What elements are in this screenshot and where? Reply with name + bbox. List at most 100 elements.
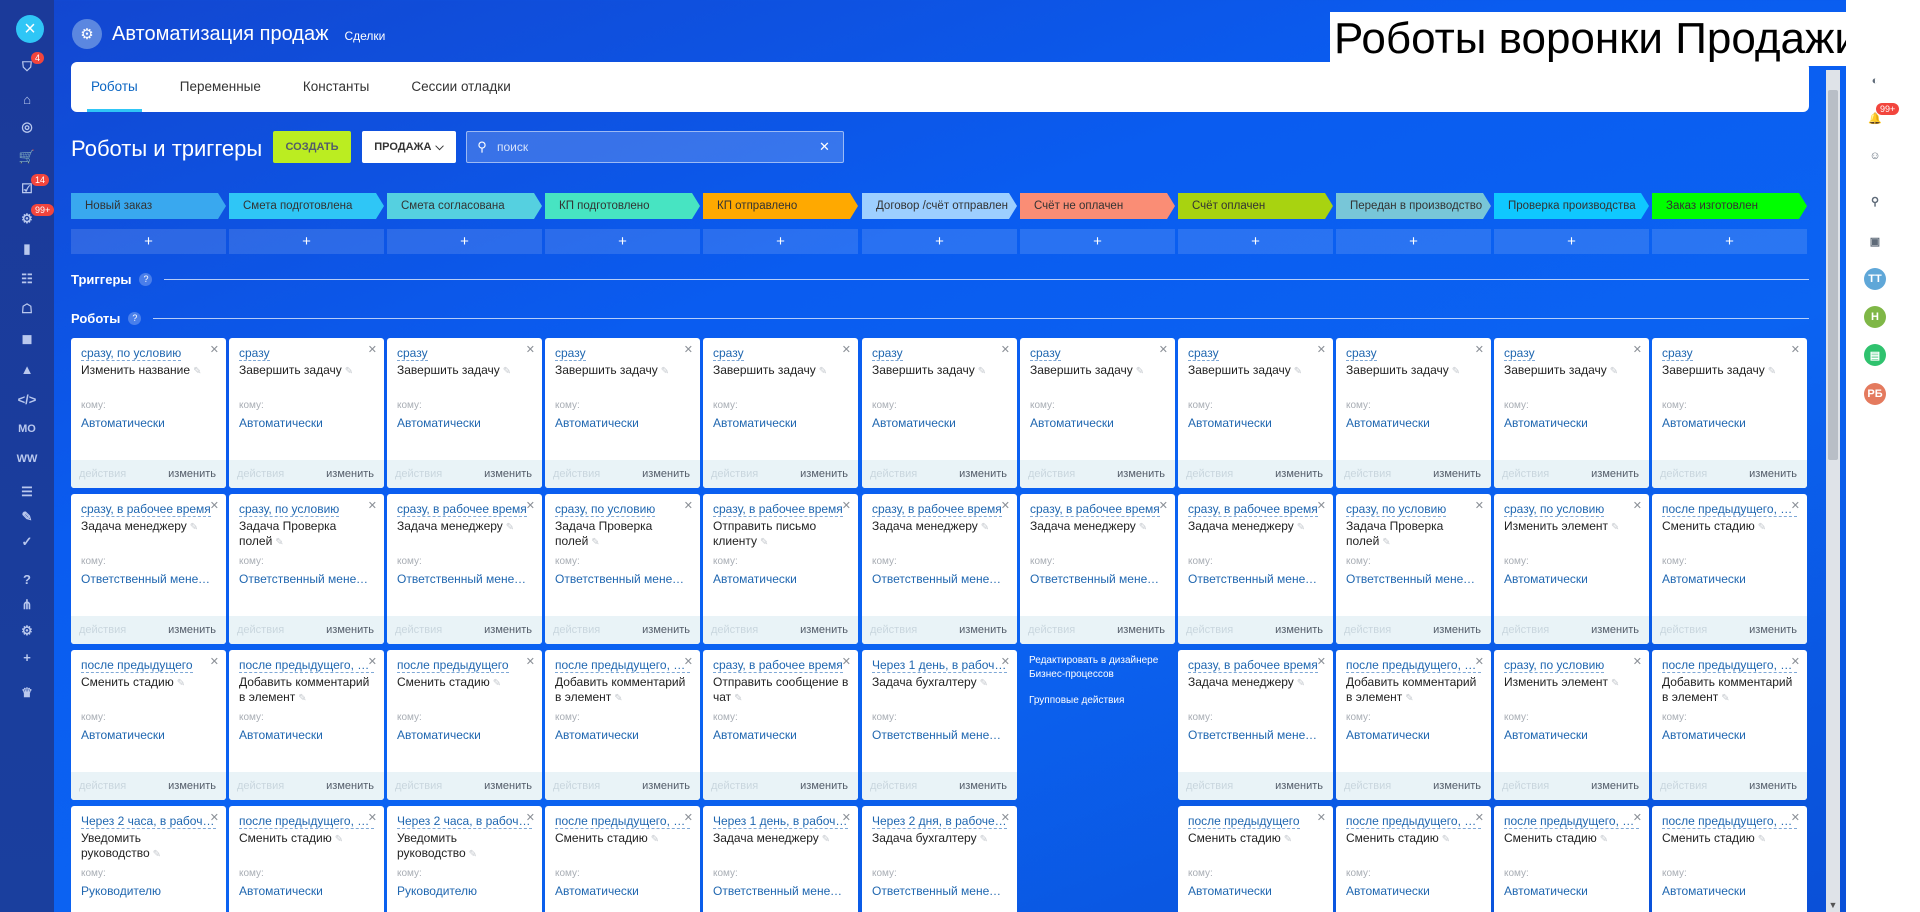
robot-condition-link[interactable]: сразу <box>1346 346 1377 361</box>
edit-link[interactable]: изменить <box>326 468 374 480</box>
edit-pencil-icon[interactable]: ✎ <box>978 366 986 377</box>
cart-icon[interactable]: 🛒 <box>14 148 40 166</box>
delete-robot-icon[interactable]: ✕ <box>1791 811 1800 824</box>
delete-robot-icon[interactable]: ✕ <box>1317 655 1326 668</box>
avatar-rb[interactable]: РБ <box>1864 383 1886 405</box>
stage-2[interactable]: Смета подготовлена <box>229 193 384 219</box>
delete-robot-icon[interactable]: ✕ <box>684 343 693 356</box>
edit-link[interactable]: изменить <box>642 780 690 792</box>
delete-robot-icon[interactable]: ✕ <box>1633 655 1642 668</box>
edit-link[interactable]: изменить <box>1117 468 1165 480</box>
robot-card[interactable]: после предыдущего, по условию✕ Сменить ст… <box>1652 806 1807 912</box>
robot-condition-link[interactable]: Через 2 дня, в рабочее время <box>872 814 1007 829</box>
responsible-value[interactable]: Ответственный менеджер <box>1030 572 1165 586</box>
delete-robot-icon[interactable]: ✕ <box>1317 811 1326 824</box>
crown-icon[interactable]: ♛ <box>14 684 40 702</box>
delete-robot-icon[interactable]: ✕ <box>684 811 693 824</box>
clear-search-icon[interactable]: ✕ <box>819 139 830 155</box>
edit-link[interactable]: изменить <box>1275 780 1323 792</box>
robot-condition-link[interactable]: после предыдущего, по условию <box>1346 658 1481 673</box>
sign-icon[interactable]: ✎ <box>14 508 40 526</box>
robot-card[interactable]: сразу, по условию ✕ Задача Проверка полей ✎… <box>1336 494 1491 644</box>
responsible-value[interactable]: Автоматически <box>397 728 481 742</box>
delete-robot-icon[interactable]: ✕ <box>368 499 377 512</box>
delete-robot-icon[interactable]: ✕ <box>1475 343 1484 356</box>
edit-link[interactable]: изменить <box>1275 624 1323 636</box>
delete-robot-icon[interactable]: ✕ <box>684 655 693 668</box>
stage-8[interactable]: Счёт оплачен <box>1178 193 1333 219</box>
robot-card[interactable]: после предыдущего ✕ Сменить стадию ✎ кому: Ав… <box>387 650 542 800</box>
delete-robot-icon[interactable]: ✕ <box>1159 499 1168 512</box>
responsible-value[interactable]: Автоматически <box>555 416 639 430</box>
robot-card[interactable]: после предыдущего ✕ Сменить стадию ✎ кому: Ав… <box>71 650 226 800</box>
robot-condition-link[interactable]: после предыдущего, по условию <box>239 658 374 673</box>
robot-condition-link[interactable]: сразу, в рабочее время <box>397 502 527 517</box>
stage-4[interactable]: КП подготовлено <box>545 193 700 219</box>
edit-link[interactable]: изменить <box>326 780 374 792</box>
robot-card[interactable]: сразу, по условию ✕ Изменить название ✎ кому… <box>71 338 226 488</box>
robot-card[interactable]: после предыдущего, по условию✕ Добавить к… <box>545 650 700 800</box>
edit-pencil-icon[interactable]: ✎ <box>1610 366 1618 377</box>
bp-designer-link[interactable]: Редактировать в дизайнере Бизнес-процесс… <box>1029 654 1179 682</box>
robot-condition-link[interactable]: Через 1 день, в рабочее время <box>872 658 1007 673</box>
edit-pencil-icon[interactable]: ✎ <box>177 678 185 689</box>
edit-pencil-icon[interactable]: ✎ <box>614 693 622 704</box>
add-robot-button[interactable]: + <box>1652 229 1807 254</box>
robot-condition-link[interactable]: сразу, по условию <box>1504 658 1605 673</box>
responsible-value[interactable]: Ответственный менеджер <box>555 572 690 586</box>
edit-pencil-icon[interactable]: ✎ <box>1297 678 1305 689</box>
robot-condition-link[interactable]: сразу <box>397 346 428 361</box>
robot-card[interactable]: после предыдущего, по условию✕ Сменить ст… <box>1494 806 1649 912</box>
avatar-n[interactable]: Н <box>1864 306 1886 328</box>
robot-card[interactable]: после предыдущего ✕ Сменить стадию ✎ кому: Ав… <box>1178 806 1333 912</box>
delete-robot-icon[interactable]: ✕ <box>1159 343 1168 356</box>
edit-pencil-icon[interactable]: ✎ <box>980 834 988 845</box>
edit-link[interactable]: изменить <box>959 624 1007 636</box>
robot-condition-link[interactable]: сразу <box>713 346 744 361</box>
delete-robot-icon[interactable]: ✕ <box>1001 655 1010 668</box>
delete-robot-icon[interactable]: ✕ <box>1475 811 1484 824</box>
open-lines-icon[interactable]: ▣ <box>1864 230 1886 252</box>
delete-robot-icon[interactable]: ✕ <box>210 655 219 668</box>
edit-pencil-icon[interactable]: ✎ <box>506 522 514 533</box>
delete-robot-icon[interactable]: ✕ <box>526 811 535 824</box>
settings-icon[interactable]: ⚙ <box>14 622 40 640</box>
robot-card[interactable]: после предыдущего, по условию✕ Сменить ст… <box>1336 806 1491 912</box>
responsible-value[interactable]: Автоматически <box>81 728 165 742</box>
responsible-value[interactable]: Автоматически <box>397 416 481 430</box>
robot-card[interactable]: сразу ✕ Завершить задачу ✎ кому: Автоматическ… <box>703 338 858 488</box>
edit-link[interactable]: изменить <box>1433 780 1481 792</box>
robot-condition-link[interactable]: сразу, в рабочее время <box>1188 658 1318 673</box>
edit-link[interactable]: изменить <box>959 468 1007 480</box>
app-subtitle[interactable]: Сделки <box>344 29 385 43</box>
delete-robot-icon[interactable]: ✕ <box>368 811 377 824</box>
green-app-icon[interactable]: ▤ <box>1864 344 1886 366</box>
responsible-value[interactable]: Автоматически <box>1346 884 1430 898</box>
robot-card[interactable]: после предыдущего, по условию✕ Добавить к… <box>229 650 384 800</box>
robot-card[interactable]: сразу, по условию ✕ Изменить элемент ✎ кому:… <box>1494 650 1649 800</box>
robot-card[interactable]: сразу ✕ Завершить задачу ✎ кому: Автоматическ… <box>1494 338 1649 488</box>
stage-11[interactable]: Заказ изготовлен <box>1652 193 1807 219</box>
edit-pencil-icon[interactable]: ✎ <box>335 834 343 845</box>
robot-card[interactable]: сразу ✕ Завершить задачу ✎ кому: Автоматическ… <box>387 338 542 488</box>
robot-condition-link[interactable]: сразу <box>1188 346 1219 361</box>
robot-card[interactable]: сразу ✕ Завершить задачу ✎ кому: Автоматическ… <box>545 338 700 488</box>
robot-card[interactable]: после предыдущего, по условию✕ Добавить к… <box>1336 650 1491 800</box>
edit-link[interactable]: изменить <box>1275 468 1323 480</box>
edit-pencil-icon[interactable]: ✎ <box>1442 834 1450 845</box>
delete-robot-icon[interactable]: ✕ <box>210 499 219 512</box>
edit-pencil-icon[interactable]: ✎ <box>819 366 827 377</box>
tab-variables[interactable]: Переменные <box>180 62 261 112</box>
responsible-value[interactable]: Автоматически <box>713 572 797 586</box>
bank-icon[interactable]: ⌂ <box>14 90 40 108</box>
responsible-value[interactable]: Ответственный менеджер <box>713 884 848 898</box>
add-robot-button[interactable]: + <box>1494 229 1649 254</box>
edit-link[interactable]: изменить <box>1591 624 1639 636</box>
delete-robot-icon[interactable]: ✕ <box>684 499 693 512</box>
responsible-value[interactable]: Автоматически <box>1346 728 1430 742</box>
edit-link[interactable]: изменить <box>642 468 690 480</box>
delete-robot-icon[interactable]: ✕ <box>842 655 851 668</box>
robot-icon[interactable]: ☖ <box>14 300 40 318</box>
robot-condition-link[interactable]: сразу <box>1030 346 1061 361</box>
tab-robots[interactable]: Роботы <box>87 62 142 112</box>
